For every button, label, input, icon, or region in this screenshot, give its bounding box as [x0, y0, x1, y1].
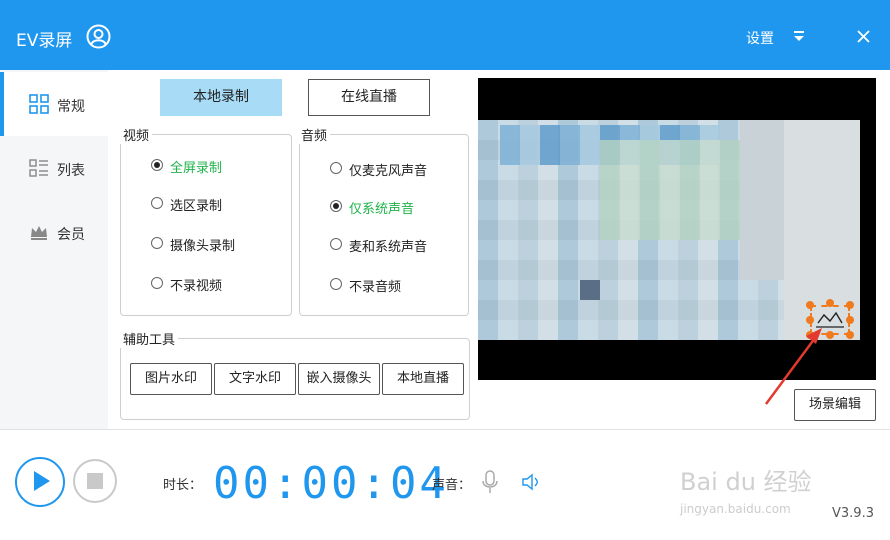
radio-dot[interactable]	[151, 197, 163, 209]
sidebar: 常规 列表 会员	[0, 70, 108, 430]
tab-local-record[interactable]: 本地录制	[160, 79, 282, 116]
crown-icon	[31, 226, 47, 240]
duration-label: 时长：	[163, 478, 203, 493]
sidebar-item-label: 会员	[57, 227, 85, 243]
preview-mosaic-block	[740, 120, 784, 280]
resize-handle[interactable]	[846, 316, 854, 324]
audio-group-title: 音频	[298, 125, 331, 144]
sidebar-item-label: 常规	[57, 99, 85, 115]
tools-group-title: 辅助工具	[120, 329, 179, 348]
record-stop-button[interactable]	[73, 459, 117, 503]
baidu-watermark: Bai du 经验	[680, 468, 812, 496]
bottom-divider	[0, 429, 890, 430]
user-icon[interactable]	[86, 24, 111, 49]
baidu-watermark-url: jingyan.baidu.com	[680, 502, 791, 516]
resize-handle[interactable]	[806, 331, 814, 339]
radio-label: 麦和系统声音	[349, 240, 428, 255]
radio-label: 选区录制	[170, 199, 223, 214]
radio-label: 仅系统声音	[349, 202, 415, 217]
dropdown-menu-icon[interactable]	[792, 30, 806, 42]
close-icon[interactable]	[857, 30, 870, 43]
decorative-streak	[700, 60, 850, 70]
resize-handle[interactable]	[846, 301, 854, 309]
grid-icon	[29, 94, 49, 114]
radio-label: 不录音频	[349, 280, 402, 295]
play-icon	[34, 471, 50, 491]
radio-label: 不录视频	[170, 279, 223, 294]
radio-dot[interactable]	[330, 238, 342, 250]
speaker-icon[interactable]	[520, 472, 542, 492]
list-icon	[29, 159, 48, 177]
resize-handle[interactable]	[806, 301, 814, 309]
radio-dot[interactable]	[151, 277, 163, 289]
video-group-title: 视频	[120, 125, 153, 144]
sidebar-item-member[interactable]: 会员	[0, 200, 108, 264]
embed-camera-button[interactable]: 嵌入摄像头	[298, 363, 380, 395]
resize-handle[interactable]	[826, 331, 834, 339]
radio-dot[interactable]	[151, 237, 163, 249]
sidebar-item-general[interactable]: 常规	[0, 72, 108, 136]
local-live-button[interactable]: 本地直播	[382, 363, 464, 395]
radio-dot[interactable]	[330, 200, 342, 212]
image-watermark-button[interactable]: 图片水印	[130, 363, 212, 395]
version-label: V3.9.3	[832, 506, 874, 521]
watermark-logo-icon	[816, 311, 844, 328]
preview-mosaic-band	[600, 140, 740, 240]
app-title: EV录屏	[16, 31, 73, 51]
radio-dot[interactable]	[330, 278, 342, 290]
record-start-button[interactable]	[15, 457, 65, 507]
resize-handle[interactable]	[826, 299, 834, 307]
record-timer: 00:00:04	[213, 458, 449, 509]
radio-label: 摄像头录制	[170, 239, 236, 254]
decorative-streak	[560, 58, 680, 70]
radio-label: 全屏录制	[170, 161, 223, 176]
radio-dot[interactable]	[151, 159, 163, 171]
text-watermark-button[interactable]: 文字水印	[214, 363, 296, 395]
resize-handle[interactable]	[846, 331, 854, 339]
radio-dot[interactable]	[330, 162, 342, 174]
decorative-streak	[478, 0, 518, 70]
scene-edit-button[interactable]: 场景编辑	[794, 389, 876, 421]
sidebar-item-label: 列表	[57, 163, 85, 179]
resize-handle[interactable]	[806, 316, 814, 324]
microphone-icon[interactable]	[481, 470, 499, 494]
tab-online-live[interactable]: 在线直播	[308, 79, 430, 116]
preview-mosaic-block	[580, 280, 600, 300]
stop-icon	[87, 473, 103, 489]
sound-label: 声音：	[432, 478, 472, 493]
sidebar-item-list[interactable]: 列表	[0, 136, 108, 200]
settings-button[interactable]: 设置	[746, 28, 774, 48]
radio-label: 仅麦克风声音	[349, 164, 428, 179]
